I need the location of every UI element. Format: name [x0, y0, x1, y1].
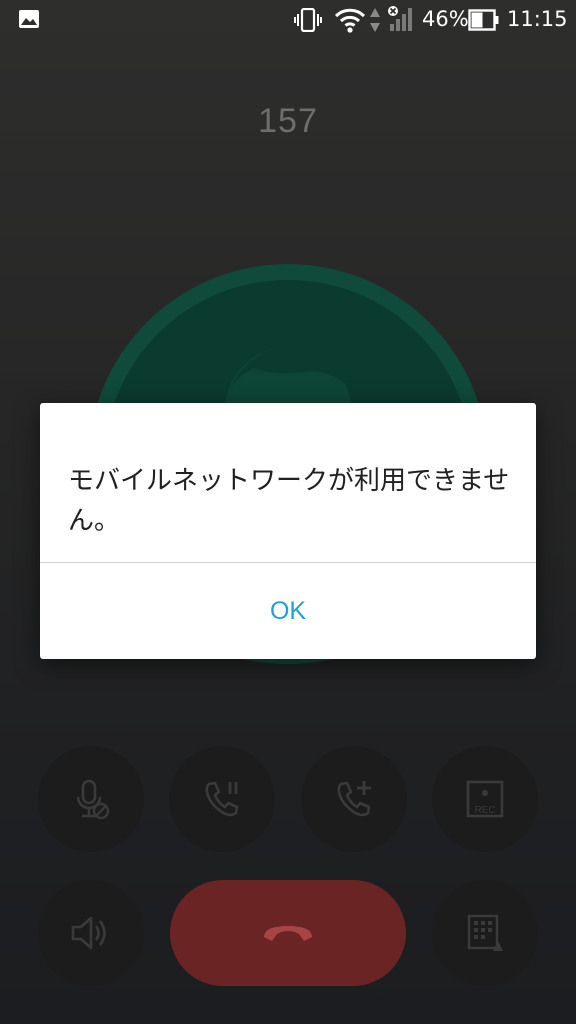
ok-button[interactable]: OK	[40, 563, 536, 659]
dialog-message: モバイルネットワークが利用できません。	[68, 466, 510, 536]
call-screen: 46% 11:15 157 REC モバイルネットワークが利用できません。 OK	[0, 0, 576, 1024]
alert-dialog: モバイルネットワークが利用できません。 OK	[40, 403, 536, 659]
